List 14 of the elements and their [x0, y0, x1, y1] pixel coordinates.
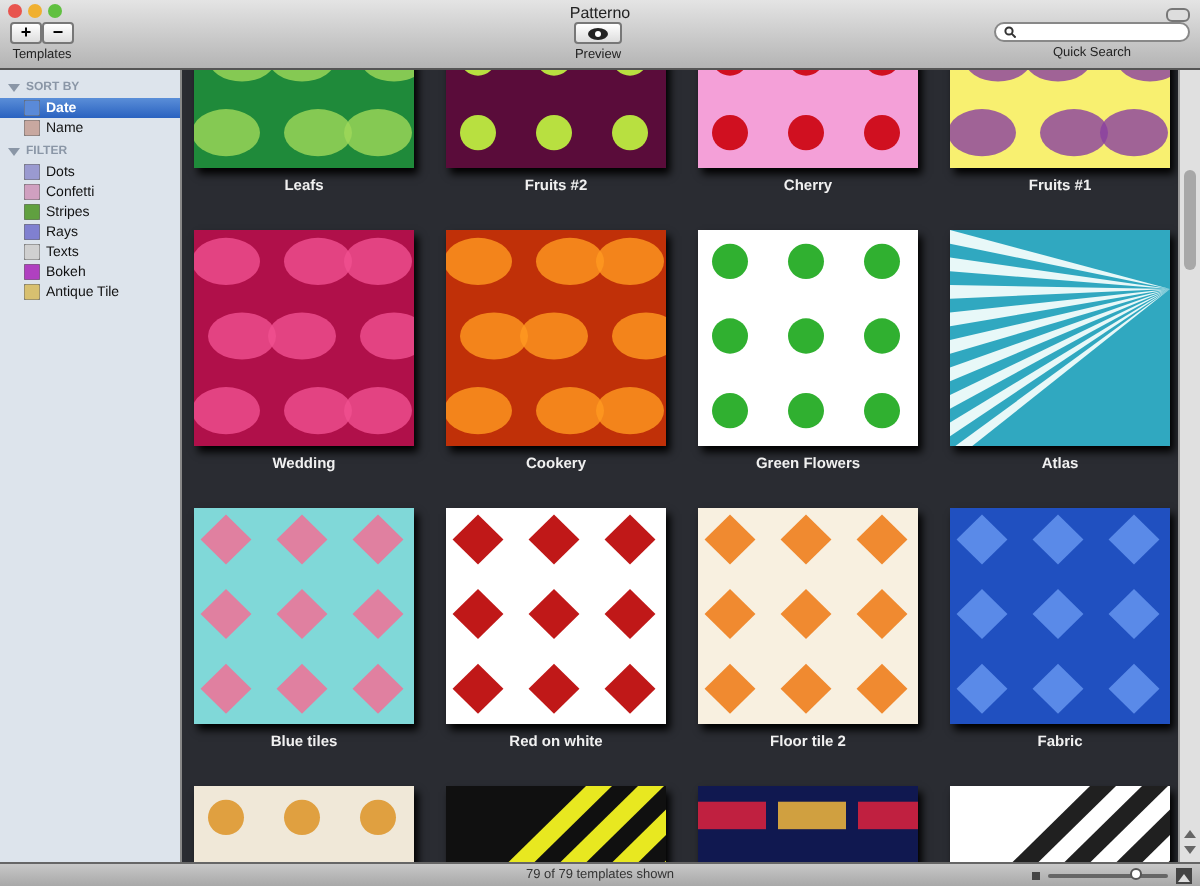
window-title: Patterno: [567, 4, 633, 22]
add-button[interactable]: +: [10, 22, 42, 44]
search-field[interactable]: [994, 22, 1190, 42]
toolbar-toggle-button[interactable]: [1166, 8, 1190, 22]
large-picture-icon: [1176, 867, 1192, 883]
disclosure-icon[interactable]: [8, 146, 20, 158]
eye-icon: [588, 27, 608, 39]
preview-button[interactable]: [574, 22, 622, 44]
scrollbar[interactable]: [1178, 70, 1200, 862]
small-picture-icon: [1032, 871, 1040, 879]
scroll-arrows-icon[interactable]: [1184, 826, 1196, 858]
remove-button[interactable]: −: [42, 22, 74, 44]
disclosure-icon[interactable]: [8, 82, 20, 94]
search-icon: [1004, 26, 1016, 38]
